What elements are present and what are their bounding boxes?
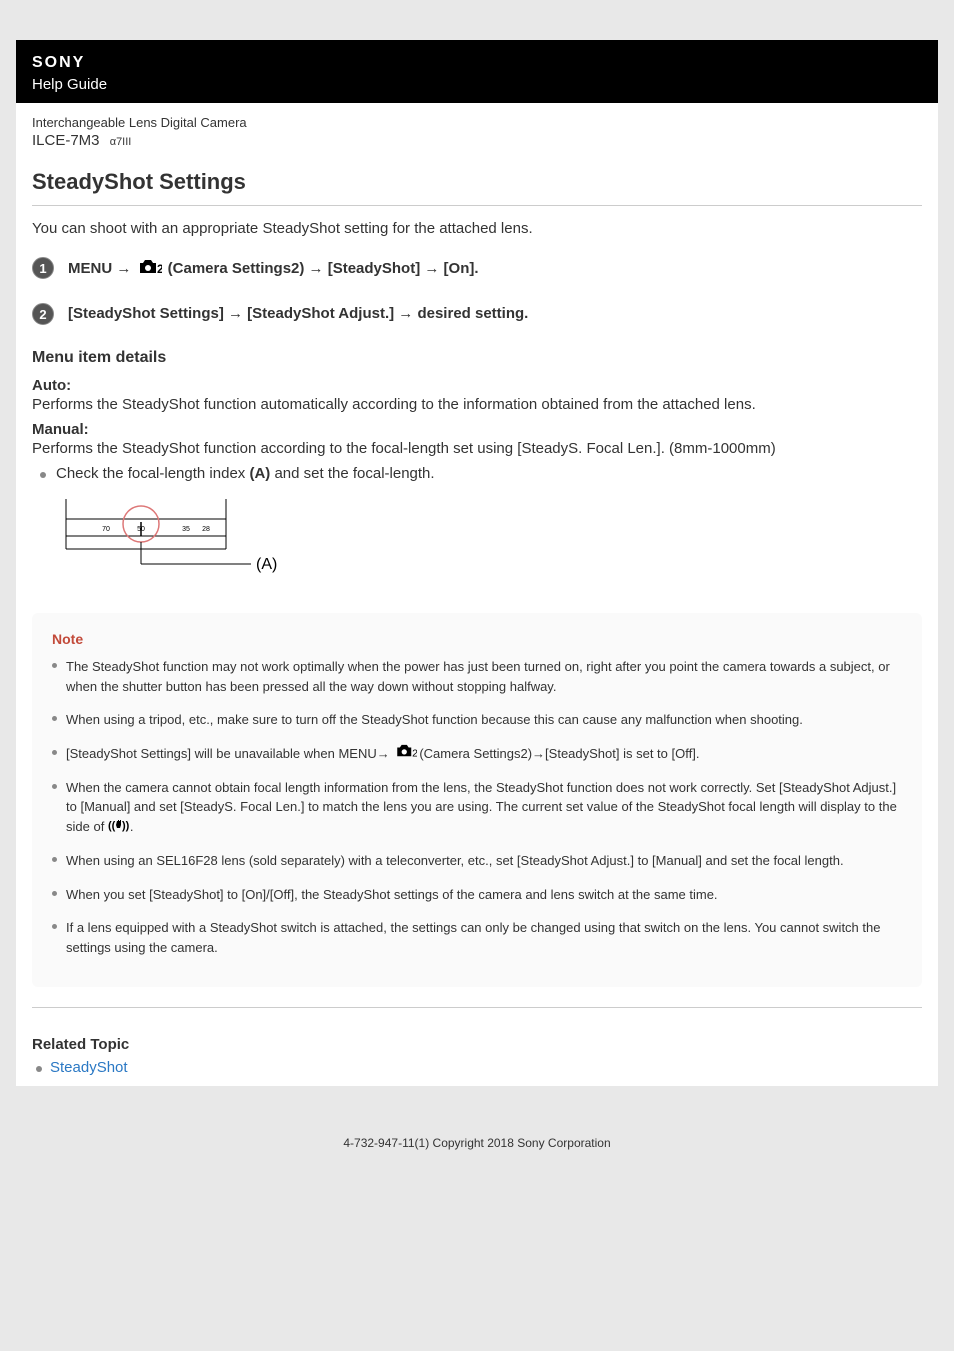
- steadyshot-hand-icon: (()): [108, 818, 130, 838]
- note-item-2: When using a tripod, etc., make sure to …: [66, 710, 902, 730]
- svg-text:(A): (A): [256, 556, 277, 573]
- footer-copyright: 4-732-947-11(1) Copyright 2018 Sony Corp…: [16, 1106, 938, 1190]
- svg-text:)): )): [122, 820, 130, 832]
- note-3-post: (Camera Settings2)→[SteadyShot] is set t…: [419, 746, 699, 761]
- step-2: 2 [SteadyShot Settings] → [SteadyShot Ad…: [32, 303, 922, 325]
- focal-length-illustration: 70 35 28 50 (A): [56, 494, 922, 589]
- related-item: SteadyShot: [50, 1059, 922, 1076]
- svg-text:28: 28: [202, 526, 210, 533]
- step-number-1: 1: [32, 257, 54, 279]
- model-number: ILCE-7M3: [32, 132, 100, 149]
- svg-text:2: 2: [412, 748, 417, 759]
- intro-text: You can shoot with an appropriate Steady…: [32, 220, 922, 237]
- divider: [32, 1007, 922, 1008]
- svg-text:2: 2: [157, 262, 162, 275]
- product-type: Interchangeable Lens Digital Camera: [32, 115, 922, 130]
- note-title: Note: [52, 631, 902, 647]
- model-line: ILCE-7M3 α7III: [32, 132, 922, 149]
- page-title: SteadyShot Settings: [32, 169, 922, 195]
- manual-bullet: Check the focal-length index (A) and set…: [56, 465, 922, 482]
- note-item-1: The SteadyShot function may not work opt…: [66, 657, 902, 696]
- svg-text:((: ((: [108, 820, 116, 832]
- note-item-7: If a lens equipped with a SteadyShot swi…: [66, 918, 902, 957]
- note-item-3: [SteadyShot Settings] will be unavailabl…: [66, 744, 902, 764]
- svg-text:50: 50: [137, 526, 145, 533]
- step-number-2: 2: [32, 303, 54, 325]
- svg-text:35: 35: [182, 526, 190, 533]
- note-item-6: When you set [SteadyShot] to [On]/[Off],…: [66, 885, 902, 905]
- divider: [32, 205, 922, 206]
- manual-desc: Performs the SteadyShot function accordi…: [32, 440, 922, 457]
- camera-settings2-icon: 2: [395, 744, 417, 764]
- bullet-bold: (A): [249, 465, 270, 482]
- model-sub: α7III: [110, 136, 132, 148]
- step-1: 1 MENU → 2 (Camera Settings2) → [SteadyS…: [32, 257, 922, 279]
- step-1-post: (Camera Settings2) → [SteadyShot] → [On]…: [164, 260, 479, 277]
- note-4-post: .: [130, 819, 134, 834]
- svg-text:70: 70: [102, 526, 110, 533]
- header-bar: SONY Help Guide: [16, 40, 938, 103]
- note-box: Note The SteadyShot function may not wor…: [32, 613, 922, 987]
- bullet-post: and set the focal-length.: [270, 465, 434, 482]
- auto-label: Auto:: [32, 377, 922, 394]
- step-2-text: [SteadyShot Settings] → [SteadyShot Adju…: [68, 303, 528, 322]
- manual-label: Manual:: [32, 421, 922, 438]
- menu-item-details-heading: Menu item details: [32, 349, 922, 367]
- note-item-5: When using an SEL16F28 lens (sold separa…: [66, 851, 902, 871]
- step-1-text: MENU → 2 (Camera Settings2) → [SteadySho…: [68, 257, 479, 279]
- related-link-steadyshot[interactable]: SteadyShot: [50, 1059, 128, 1076]
- note-item-4: When the camera cannot obtain focal leng…: [66, 778, 902, 837]
- brand-logo: SONY: [32, 54, 922, 72]
- step-1-pre: MENU →: [68, 260, 136, 277]
- camera-settings2-icon: 2: [138, 259, 162, 279]
- related-topic-heading: Related Topic: [32, 1036, 922, 1053]
- auto-desc: Performs the SteadyShot function automat…: [32, 396, 922, 413]
- note-3-pre: [SteadyShot Settings] will be unavailabl…: [66, 746, 393, 761]
- note-4-pre: When the camera cannot obtain focal leng…: [66, 780, 897, 834]
- bullet-pre: Check the focal-length index: [56, 465, 249, 482]
- help-guide-label: Help Guide: [32, 76, 922, 93]
